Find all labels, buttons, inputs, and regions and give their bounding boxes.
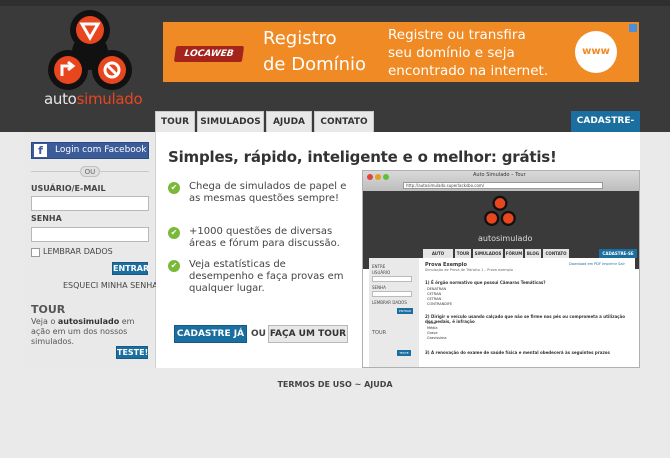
feature-text: +1000 questões de diversas áreas e fórum…: [189, 226, 340, 249]
ad-banner[interactable]: LOCAWEB Registro de Domínio Registre ou …: [163, 22, 639, 82]
logo-wordmark[interactable]: autosimulado: [44, 90, 143, 108]
password-label: SENHA: [31, 214, 62, 223]
preview-remember: LEMBRAR DADOS: [372, 300, 407, 305]
preview-tab: AUTO ESCOLAS: [423, 249, 453, 265]
preview-exam: Prova Exemplo Simulação de Prova de Trân…: [419, 258, 635, 367]
preview-tab: TOUR: [455, 249, 471, 258]
preview-option: Média: [427, 326, 438, 330]
preview-tab: SIMULADOS: [473, 249, 503, 258]
preview-logo-icon: [484, 195, 516, 226]
preview-question: 3) A renovação do exame de saúde física …: [425, 350, 610, 355]
preview-enter-button: ENTRAR: [397, 308, 413, 314]
preview-option: Grave: [427, 331, 438, 335]
ad-title-line2: de Domínio: [263, 54, 367, 75]
preview-tab: BLOG: [525, 249, 541, 258]
ad-text-line1: Registre ou transfira: [388, 27, 526, 43]
preview-question: 2) Dirigir o veículo usando calçado que …: [425, 314, 625, 324]
or-text: OU: [251, 329, 266, 339]
tour-description: Veja o autosimulado em ação em um dos no…: [31, 317, 153, 347]
ad-text-line3: encontrado na internet.: [388, 63, 549, 79]
preview-tab: CONTATO: [543, 249, 569, 258]
footer: TERMOS DE USO ~ AJUDA: [0, 380, 670, 389]
preview-window-title: Auto Simulado – Tour: [473, 172, 526, 178]
tour-heading: TOUR: [31, 303, 66, 316]
close-dot-icon: [367, 174, 373, 180]
preview-login-label: USUÁRIO: [372, 270, 391, 275]
check-icon: ✔: [168, 182, 180, 194]
preview-tab: FÓRUM: [505, 249, 523, 258]
terms-link[interactable]: TERMOS DE USO: [277, 380, 351, 389]
facebook-login-label: Login com Facebook: [55, 145, 147, 155]
preview-browser-bar: Auto Simulado – Tour http://autosimulado…: [363, 171, 639, 191]
preview-signup-tab: CADASTRE-SE: [599, 249, 637, 258]
preview-option: Leve: [427, 321, 436, 325]
remember-label: LEMBRAR DADOS: [43, 247, 113, 256]
header-stripe: [0, 0, 670, 6]
preview-option: CETRAN: [427, 297, 442, 301]
preview-option: Gravíssima: [427, 336, 447, 340]
preview-input: [372, 291, 412, 297]
user-label: USUÁRIO/E-MAIL: [31, 184, 106, 193]
preview-login-label: ENTRE: [372, 264, 386, 269]
preview-exam-subtitle: Simulação de Prova de Trânsito 1 – Prova…: [425, 268, 514, 272]
signup-tab[interactable]: CADASTRE-SE: [571, 111, 640, 147]
test-button[interactable]: TESTE!: [116, 346, 148, 359]
www-globe-icon: www: [575, 31, 617, 73]
preview-option: DENATRAN: [427, 287, 447, 291]
preview-tour-heading: TOUR: [372, 330, 387, 336]
preview-test-button: TESTE: [397, 350, 411, 356]
check-icon: ✔: [168, 227, 180, 239]
preview-question: 1) É órgão normativo que possui Câmaras …: [425, 280, 546, 285]
help-link[interactable]: AJUDA: [364, 380, 393, 389]
ad-text-line2: seu domínio e seja: [388, 45, 515, 61]
tour-text-before: Veja o: [31, 317, 58, 326]
logo-prefix: auto: [44, 90, 77, 108]
signup-cta-button[interactable]: CADASTRE JÁ: [174, 325, 247, 343]
tour-cta-button[interactable]: FAÇA UM TOUR: [268, 325, 348, 343]
preview-input: [372, 276, 412, 282]
ad-title-line1: Registro: [263, 28, 337, 49]
enter-button[interactable]: ENTRAR: [112, 262, 149, 275]
tab-ajuda[interactable]: AJUDA: [266, 111, 312, 132]
feature-text: Veja estatísticas de desempenho e faça p…: [189, 259, 344, 294]
facebook-login-button[interactable]: f Login com Facebook: [31, 142, 149, 159]
facebook-icon: f: [34, 144, 47, 157]
ad-title: Registro de Domínio: [263, 26, 383, 78]
tab-tour[interactable]: TOUR: [155, 111, 195, 132]
user-input[interactable]: [31, 196, 149, 211]
password-input[interactable]: [31, 227, 149, 242]
forgot-password-link[interactable]: ESQUECI MINHA SENHA: [63, 281, 158, 290]
feature-text: Chega de simulados de papel e as mesmas …: [189, 181, 347, 204]
ad-brand-badge: LOCAWEB: [173, 46, 245, 62]
check-icon: ✔: [168, 260, 180, 272]
preview-sidebar: ENTRE USUÁRIO SENHA LEMBRAR DADOS ENTRAR…: [369, 258, 419, 367]
preview-option: CONTRANDIFE: [427, 302, 453, 306]
tab-contato[interactable]: CONTATO: [314, 111, 374, 132]
logo-suffix: simulado: [76, 90, 143, 108]
site-preview-image: Auto Simulado – Tour http://autosimulado…: [362, 170, 640, 368]
minimize-dot-icon: [375, 174, 381, 180]
remember-checkbox[interactable]: [31, 248, 40, 257]
preview-option: CETRAN: [427, 292, 442, 296]
or-separator: OU: [80, 166, 100, 177]
maximize-dot-icon: [383, 174, 389, 180]
preview-login-label: SENHA: [372, 285, 386, 290]
ad-text: Registre ou transfira seu domínio e seja…: [388, 26, 558, 80]
preview-logo-text: autosimulado: [478, 234, 533, 243]
preview-url: http://autosimulado.superlacksbo.com/: [403, 182, 603, 189]
footer-separator: ~: [351, 380, 365, 389]
headline: Simples, rápido, inteligente e o melhor:…: [168, 148, 557, 166]
ad-choices-icon[interactable]: [629, 24, 637, 32]
tab-simulados[interactable]: SIMULADOS: [197, 111, 264, 132]
preview-exam-actions: Download em PDF Imprimir Sair: [569, 262, 625, 266]
tour-brand: autosimulado: [57, 317, 120, 326]
